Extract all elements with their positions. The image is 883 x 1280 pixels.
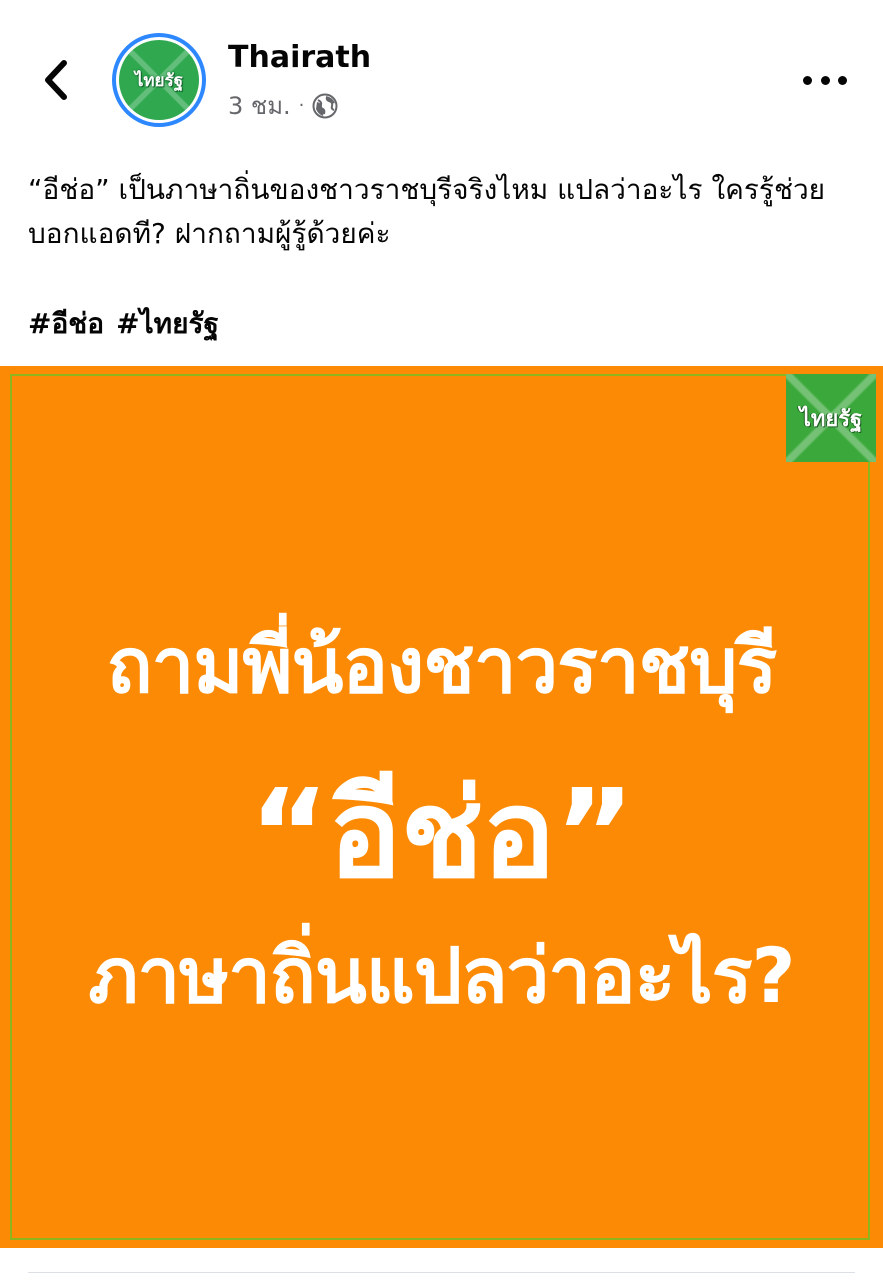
post-hashtags: #อีช่อ #ไทยรัฐ	[28, 302, 219, 346]
more-dot	[838, 75, 847, 85]
meta-separator: ·	[298, 95, 305, 116]
post-header: ไทยรัฐ Thairath 3 ชม. ·	[0, 0, 883, 150]
more-dot	[803, 75, 812, 85]
post-image[interactable]: ไทยรัฐ ถามพี่น้องชาวราชบุรี “อีช่อ” ภาษา…	[0, 366, 883, 1248]
image-headline-line3: ภาษาถิ่นแปลว่าอะไร?	[88, 931, 795, 1020]
page-name[interactable]: Thairath	[228, 40, 371, 75]
image-headline-line2: “อีช่อ”	[249, 763, 635, 905]
post-time[interactable]: 3 ชม.	[228, 86, 291, 125]
avatar-logo-text: ไทยรัฐ	[134, 70, 184, 91]
image-logo-text: ไทยรัฐ	[799, 405, 863, 432]
thairath-logo: ไทยรัฐ	[119, 40, 199, 120]
hashtag-link[interactable]: #ไทยรัฐ	[116, 302, 219, 346]
hashtag-link[interactable]: #อีช่อ	[28, 302, 104, 346]
back-button[interactable]	[30, 52, 80, 108]
divider	[28, 1272, 855, 1273]
chevron-left-icon	[45, 60, 67, 100]
image-brand-logo: ไทยรัฐ	[786, 374, 876, 462]
post-text: “อีช่อ” เป็นภาษาถิ่นของชาวราชบุรีจริงไหม…	[28, 173, 826, 250]
more-options-button[interactable]	[803, 60, 847, 100]
more-dot	[820, 75, 830, 85]
page-avatar[interactable]: ไทยรัฐ	[112, 33, 206, 127]
image-headline-line1: ถามพี่น้องชาวราชบุรี	[106, 621, 778, 710]
globe-icon[interactable]	[312, 93, 338, 119]
post-meta: 3 ชม. ·	[228, 86, 338, 125]
